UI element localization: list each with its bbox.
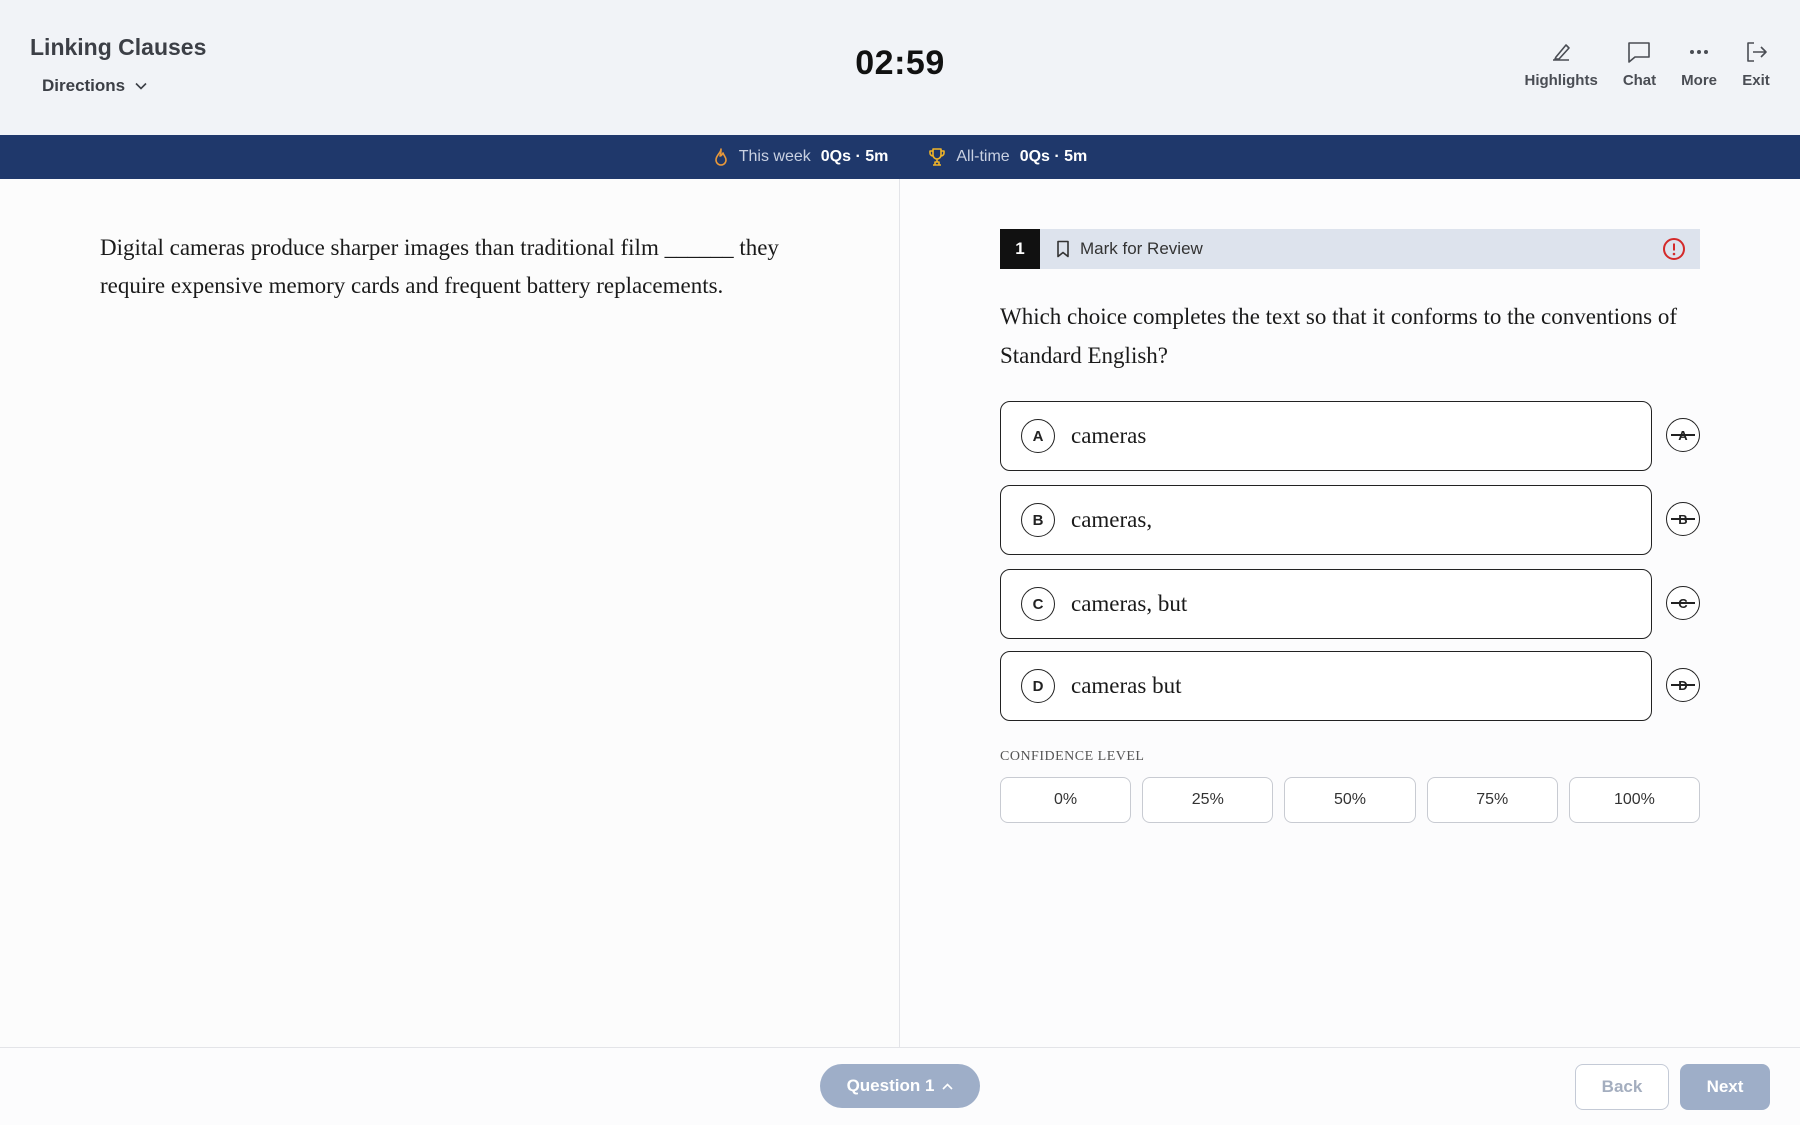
strike-choice-c-button[interactable]: C — [1666, 586, 1700, 620]
more-button[interactable]: More — [1681, 38, 1717, 89]
passage-blank: ______ — [664, 235, 734, 260]
question-navigator-label: Question 1 — [846, 1076, 935, 1095]
choice-text: cameras but — [1071, 673, 1182, 698]
mark-for-review-label: Mark for Review — [1080, 239, 1203, 258]
trophy-icon — [929, 148, 946, 166]
alltime-value: 0Qs · 5m — [1019, 148, 1088, 165]
exit-label: Exit — [1742, 72, 1770, 89]
toolbar: Highlights Chat More Exit — [1524, 38, 1800, 89]
alltime-stat: All-time 0Qs · 5m — [928, 147, 1087, 167]
alltime-label: All-time — [956, 148, 1010, 165]
report-alert-icon[interactable] — [1662, 237, 1686, 261]
confidence-50-button[interactable]: 50% — [1284, 777, 1416, 823]
week-value: 0Qs · 5m — [820, 148, 889, 165]
section-title: Linking Clauses — [30, 34, 207, 60]
exit-button[interactable]: Exit — [1742, 38, 1770, 89]
confidence-0-button[interactable]: 0% — [1000, 777, 1132, 823]
confidence-label: CONFIDENCE LEVEL — [1000, 749, 1145, 764]
exit-icon — [1747, 42, 1767, 62]
choice-text: cameras, — [1071, 507, 1153, 532]
confidence-options: 0% 25% 50% 75% 100% — [1000, 777, 1701, 823]
weekly-stat: This week 0Qs · 5m — [713, 147, 889, 167]
question-header-bar: 1 Mark for Review — [1000, 229, 1700, 269]
strike-choice-b-button[interactable]: B — [1666, 502, 1700, 536]
strike-choice-d-button[interactable]: D — [1666, 668, 1700, 702]
question-number: 1 — [1000, 229, 1040, 269]
choice-text: cameras — [1071, 423, 1147, 448]
stats-bar: This week 0Qs · 5m All-time 0Qs · 5m — [0, 135, 1800, 179]
confidence-25-button[interactable]: 25% — [1142, 777, 1274, 823]
passage-text[interactable]: Digital cameras produce sharper images t… — [100, 229, 820, 305]
more-icon — [1690, 50, 1709, 54]
bookmark-icon — [1057, 240, 1069, 258]
passage-before-blank: Digital cameras produce sharper images t… — [100, 235, 659, 260]
passage-pane: Digital cameras produce sharper images t… — [0, 179, 899, 1047]
mark-for-review-button[interactable]: Mark for Review — [1056, 239, 1203, 259]
highlighter-icon — [1553, 44, 1570, 61]
choice-text: cameras, but — [1071, 591, 1188, 616]
directions-toggle[interactable]: Directions — [42, 76, 147, 96]
question-prompt: Which choice completes the text so that … — [1000, 304, 1678, 368]
choice-letter: A — [1021, 419, 1055, 453]
chevron-down-icon — [135, 82, 147, 90]
top-header: Linking Clauses Directions 02:59 Highlig… — [0, 0, 1800, 135]
choice-letter: B — [1021, 503, 1055, 537]
highlights-button[interactable]: Highlights — [1524, 38, 1598, 89]
back-button[interactable]: Back — [1575, 1064, 1669, 1110]
choice-letter: C — [1021, 587, 1055, 621]
question-pane: 1 Mark for Review Which choice completes… — [900, 179, 1800, 1047]
answer-choice-c[interactable]: C cameras, but — [1000, 569, 1652, 639]
flame-icon — [714, 148, 727, 166]
next-button[interactable]: Next — [1680, 1064, 1770, 1110]
chevron-up-icon — [942, 1082, 953, 1090]
countdown-timer: 02:59 — [855, 44, 945, 82]
chat-icon — [1628, 42, 1651, 63]
directions-label: Directions — [42, 76, 126, 95]
choice-letter: D — [1021, 669, 1055, 703]
more-label: More — [1681, 72, 1717, 89]
highlights-label: Highlights — [1524, 72, 1598, 89]
chat-label: Chat — [1622, 72, 1657, 89]
confidence-100-button[interactable]: 100% — [1568, 777, 1701, 823]
week-label: This week — [738, 148, 811, 165]
strike-choice-a-button[interactable]: A — [1666, 418, 1700, 452]
chat-button[interactable]: Chat — [1623, 38, 1656, 89]
confidence-75-button[interactable]: 75% — [1426, 777, 1558, 823]
question-navigator-button[interactable]: Question 1 — [820, 1064, 980, 1108]
answer-choice-d[interactable]: D cameras but — [1000, 651, 1652, 721]
bottom-footer: Question 1 Back Next — [0, 1047, 1800, 1125]
answer-choice-a[interactable]: A cameras — [1000, 401, 1652, 471]
answer-choice-b[interactable]: B cameras, — [1000, 485, 1652, 555]
